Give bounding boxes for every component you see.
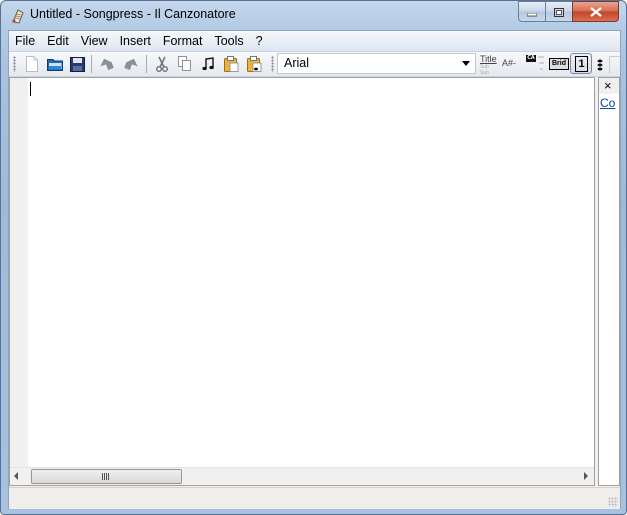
title-bar[interactable]: Untitled - Songpress - Il Canzonatore bbox=[1, 1, 626, 30]
redo-icon bbox=[123, 57, 139, 71]
chorus-button[interactable]: CA bbox=[526, 54, 548, 74]
menu-tools[interactable]: Tools bbox=[208, 31, 249, 51]
toolbar-separator bbox=[91, 55, 92, 73]
side-panel: × Co bbox=[598, 77, 620, 486]
scroll-right-arrow-icon[interactable] bbox=[584, 472, 588, 480]
menu-file[interactable]: File bbox=[9, 31, 41, 51]
maximize-button[interactable] bbox=[545, 1, 573, 22]
music-note-icon bbox=[202, 57, 214, 71]
toolbar-grip[interactable] bbox=[13, 56, 16, 72]
scrollbar-thumb[interactable] bbox=[31, 469, 182, 484]
scroll-left-arrow-icon[interactable] bbox=[14, 472, 18, 480]
minimize-icon bbox=[526, 2, 538, 21]
title-style-button[interactable]: Title Sub Sub bbox=[479, 54, 499, 76]
save-button[interactable] bbox=[67, 54, 87, 74]
paste-chords-icon bbox=[246, 56, 262, 72]
verse-number-label: 1 bbox=[575, 56, 588, 72]
toolbar-separator bbox=[146, 55, 147, 73]
toolbar-edge bbox=[609, 56, 620, 73]
resize-grip-icon[interactable] bbox=[608, 497, 618, 507]
side-panel-close-icon[interactable]: × bbox=[604, 78, 612, 93]
toolbar: Arial Title Sub Sub A#- CA Brid 1 bbox=[9, 52, 620, 77]
copy-as-image-button[interactable] bbox=[198, 54, 218, 74]
horizontal-scrollbar[interactable] bbox=[10, 467, 594, 485]
redo-button[interactable] bbox=[121, 54, 141, 74]
font-select-value: Arial bbox=[284, 56, 310, 70]
minimize-button[interactable] bbox=[518, 1, 546, 22]
undo-button[interactable] bbox=[97, 54, 117, 74]
new-file-icon bbox=[25, 56, 39, 72]
menu-help[interactable]: ? bbox=[250, 31, 269, 51]
window-title: Untitled - Songpress - Il Canzonatore bbox=[30, 7, 236, 21]
maximize-icon bbox=[554, 2, 564, 21]
text-caret bbox=[30, 82, 31, 96]
menu-edit[interactable]: Edit bbox=[41, 31, 75, 51]
verse-number-button[interactable]: 1 bbox=[570, 53, 592, 74]
menu-format[interactable]: Format bbox=[157, 31, 209, 51]
songpress-app-icon bbox=[10, 8, 26, 24]
new-button[interactable] bbox=[22, 54, 42, 74]
font-select[interactable]: Arial bbox=[277, 53, 476, 74]
menu-insert[interactable]: Insert bbox=[114, 31, 157, 51]
title-style-sublabel: Sub Sub bbox=[480, 64, 489, 76]
song-editor[interactable] bbox=[9, 77, 595, 486]
client-area: File Edit View Insert Format Tools ? Ari… bbox=[8, 30, 621, 509]
open-button[interactable] bbox=[45, 54, 65, 74]
side-panel-link[interactable]: Co bbox=[600, 96, 615, 110]
cut-icon bbox=[155, 56, 169, 72]
chevron-down-icon[interactable] bbox=[462, 61, 470, 66]
title-style-label: Title bbox=[480, 54, 497, 64]
copy-icon bbox=[178, 56, 192, 72]
app-window: Untitled - Songpress - Il Canzonatore Fi… bbox=[0, 0, 627, 515]
close-button[interactable] bbox=[572, 1, 619, 22]
editor-gutter bbox=[10, 78, 28, 467]
menu-bar: File Edit View Insert Format Tools ? bbox=[9, 31, 620, 52]
save-icon bbox=[69, 56, 85, 72]
toolbar-grip[interactable] bbox=[271, 56, 274, 72]
menu-view[interactable]: View bbox=[75, 31, 114, 51]
paste-chords-button[interactable] bbox=[244, 54, 264, 74]
status-bar bbox=[9, 487, 620, 509]
paste-icon bbox=[223, 56, 239, 72]
toolbar-overflow-icon[interactable] bbox=[597, 57, 603, 71]
bridge-button[interactable]: Brid bbox=[549, 58, 569, 70]
undo-icon bbox=[99, 57, 115, 71]
thumb-grip-icon bbox=[102, 473, 110, 480]
copy-button[interactable] bbox=[175, 54, 195, 74]
cut-button[interactable] bbox=[152, 54, 172, 74]
chord-button[interactable]: A#- bbox=[502, 58, 516, 68]
chorus-label: CA bbox=[526, 55, 536, 62]
paste-button[interactable] bbox=[221, 54, 241, 74]
close-icon bbox=[589, 2, 602, 21]
open-folder-icon bbox=[47, 57, 63, 71]
side-panel-header: × bbox=[599, 78, 619, 94]
